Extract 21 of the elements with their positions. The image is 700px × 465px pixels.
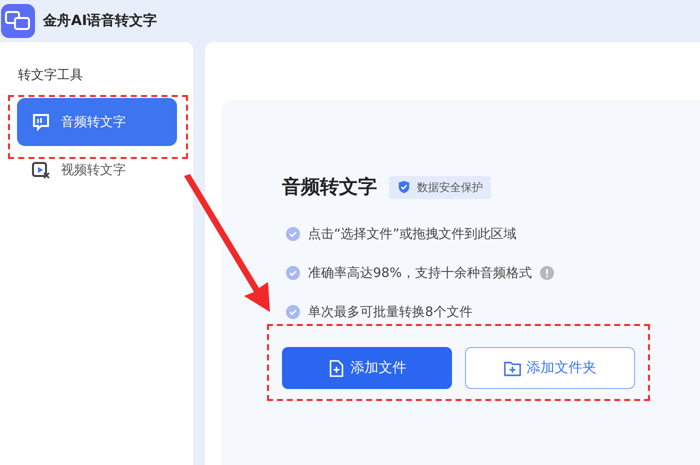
video-file-icon <box>31 160 51 180</box>
speech-bubble-icon <box>31 112 51 132</box>
file-plus-icon <box>328 360 344 376</box>
add-folder-button[interactable]: 添加文件夹 <box>465 347 635 389</box>
feature-text: 单次最多可批量转换8个文件 <box>308 304 472 320</box>
app-logo-icon <box>1 4 35 38</box>
app-title: 金舟AI语音转文字 <box>43 12 158 30</box>
sidebar-item[interactable]: 音频转文字 <box>17 98 177 146</box>
folder-plus-icon <box>504 360 520 376</box>
feature-text: 准确率高达98%，支持十余种音频格式 <box>308 264 532 282</box>
badge-label: 数据安全保护 <box>417 180 483 194</box>
info-icon <box>540 266 554 280</box>
add-file-button[interactable]: 添加文件 <box>282 347 452 389</box>
check-circle-icon <box>286 266 300 280</box>
sidebar-heading: 转文字工具 <box>17 67 84 84</box>
shield-icon <box>397 180 411 194</box>
check-circle-icon <box>286 226 300 240</box>
feature-text: 点击“选择文件”或拖拽文件到此区域 <box>308 226 516 242</box>
sidebar-item[interactable]: 视频转文字 <box>17 146 177 194</box>
check-circle-icon <box>286 304 300 318</box>
card-title: 音频转文字 <box>282 175 377 200</box>
